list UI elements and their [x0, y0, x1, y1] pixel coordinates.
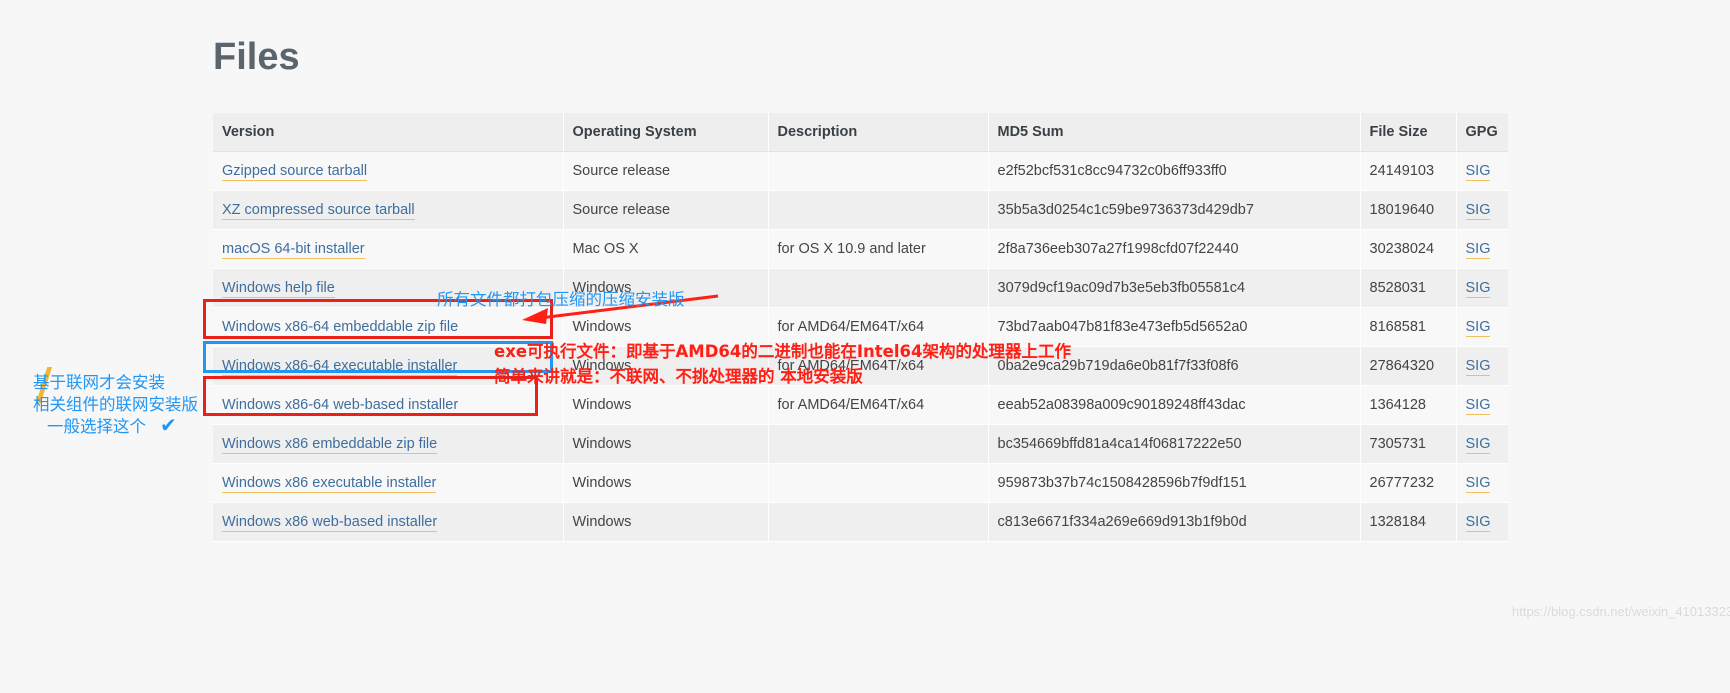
version-link[interactable]: Windows x86 embeddable zip file: [222, 436, 437, 454]
cell-md5: eeab52a08398a009c90189248ff43dac: [988, 386, 1360, 425]
gpg-sig-link[interactable]: SIG: [1466, 319, 1491, 337]
annotation-text-zip: 所有文件都打包压缩的压缩安装版: [437, 286, 685, 310]
table-row: Windows help fileWindows3079d9cf19ac09d7…: [213, 269, 1508, 308]
cell-md5: 35b5a3d0254c1c59be9736373d429db7: [988, 191, 1360, 230]
gpg-sig-link[interactable]: SIG: [1466, 280, 1491, 298]
cell-version: Windows x86-64 web-based installer: [213, 386, 563, 425]
annotation-text-web-line2: 相关组件的联网安装版: [33, 391, 198, 415]
cell-os: Windows: [563, 386, 768, 425]
cell-filesize: 24149103: [1360, 152, 1456, 191]
cell-md5: 3079d9cf19ac09d7b3e5eb3fb05581c4: [988, 269, 1360, 308]
cell-version: XZ compressed source tarball: [213, 191, 563, 230]
version-link[interactable]: macOS 64-bit installer: [222, 241, 365, 259]
watermark-text: https://blog.csdn.net/weixin_41013323: [1512, 604, 1730, 619]
cell-os: Source release: [563, 152, 768, 191]
cell-gpg: SIG: [1456, 191, 1508, 230]
gpg-sig-link[interactable]: SIG: [1466, 397, 1491, 415]
cell-filesize: 30238024: [1360, 230, 1456, 269]
cell-os: Mac OS X: [563, 230, 768, 269]
cell-filesize: 8528031: [1360, 269, 1456, 308]
version-link[interactable]: Windows x86-64 executable installer: [222, 358, 457, 376]
page-title: Files: [213, 36, 300, 79]
cell-description: [768, 191, 988, 230]
cell-gpg: SIG: [1456, 347, 1508, 386]
cell-md5: c813e6671f334a269e669d913b1f9b0d: [988, 503, 1360, 542]
table-header-row: Version Operating System Description MD5…: [213, 113, 1508, 152]
gpg-sig-link[interactable]: SIG: [1466, 475, 1491, 493]
cell-os: Windows: [563, 425, 768, 464]
column-header-md5: MD5 Sum: [988, 113, 1360, 152]
annotation-text-exe-line1: exe可执行文件：即基于AMD64的二进制也能在Intel64架构的处理器上工作: [494, 338, 1071, 362]
gpg-sig-link[interactable]: SIG: [1466, 163, 1491, 181]
cell-version: Windows x86 embeddable zip file: [213, 425, 563, 464]
version-link[interactable]: Windows x86 executable installer: [222, 475, 436, 493]
cell-filesize: 1364128: [1360, 386, 1456, 425]
cell-gpg: SIG: [1456, 464, 1508, 503]
cell-gpg: SIG: [1456, 269, 1508, 308]
cell-os: Windows: [563, 464, 768, 503]
cell-version: macOS 64-bit installer: [213, 230, 563, 269]
table-header: Version Operating System Description MD5…: [213, 113, 1508, 152]
cell-version: Gzipped source tarball: [213, 152, 563, 191]
cell-description: for OS X 10.9 and later: [768, 230, 988, 269]
cell-md5: 959873b37b74c1508428596b7f9df151: [988, 464, 1360, 503]
cell-description: [768, 269, 988, 308]
cell-md5: bc354669bffd81a4ca14f06817222e50: [988, 425, 1360, 464]
cell-description: for AMD64/EM64T/x64: [768, 386, 988, 425]
cell-description: [768, 425, 988, 464]
cell-gpg: SIG: [1456, 230, 1508, 269]
cell-description: [768, 464, 988, 503]
cell-filesize: 1328184: [1360, 503, 1456, 542]
files-table-container: Version Operating System Description MD5…: [213, 113, 1508, 542]
cell-gpg: SIG: [1456, 152, 1508, 191]
version-link[interactable]: Windows x86 web-based installer: [222, 514, 437, 532]
table-row: Gzipped source tarball Source release e2f5…: [213, 152, 1508, 191]
cell-gpg: SIG: [1456, 386, 1508, 425]
cell-filesize: 18019640: [1360, 191, 1456, 230]
cell-filesize: 26777232: [1360, 464, 1456, 503]
column-header-version: Version: [213, 113, 563, 152]
version-link[interactable]: Windows help file: [222, 280, 335, 298]
column-header-description: Description: [768, 113, 988, 152]
gpg-sig-link[interactable]: SIG: [1466, 202, 1491, 220]
files-table: Version Operating System Description MD5…: [213, 113, 1508, 542]
gpg-sig-link[interactable]: SIG: [1466, 436, 1491, 454]
cell-description: [768, 503, 988, 542]
cell-filesize: 7305731: [1360, 425, 1456, 464]
annotation-text-web-line3: 一般选择这个: [47, 413, 146, 437]
version-link[interactable]: XZ compressed source tarball: [222, 202, 415, 220]
table-row: Windows x86 executable installer Windows 9…: [213, 464, 1508, 503]
gpg-sig-link[interactable]: SIG: [1466, 241, 1491, 259]
column-header-gpg: GPG: [1456, 113, 1508, 152]
cell-version: Windows x86 web-based installer: [213, 503, 563, 542]
cell-filesize: 27864320: [1360, 347, 1456, 386]
cell-gpg: SIG: [1456, 308, 1508, 347]
table-row: Windows x86-64 web-based installer Window…: [213, 386, 1508, 425]
cell-md5: 2f8a736eeb307a27f1998cfd07f22440: [988, 230, 1360, 269]
cell-filesize: 8168581: [1360, 308, 1456, 347]
cell-version: Windows x86 executable installer: [213, 464, 563, 503]
annotation-text-exe-line2: 简单来讲就是：不联网、不挑处理器的 本地安装版: [494, 363, 863, 387]
gpg-sig-link[interactable]: SIG: [1466, 514, 1491, 532]
annotation-checkmark-icon: ✔: [160, 415, 177, 435]
annotation-text-web-line1: 基于联网才会安装: [33, 369, 165, 393]
table-row: XZ compressed source tarball Source relea…: [213, 191, 1508, 230]
table-row: macOS 64-bit installer Mac OS Xfor OS X 1…: [213, 230, 1508, 269]
gpg-sig-link[interactable]: SIG: [1466, 358, 1491, 376]
cell-gpg: SIG: [1456, 503, 1508, 542]
column-header-filesize: File Size: [1360, 113, 1456, 152]
version-link[interactable]: Windows x86-64 embeddable zip file: [222, 319, 458, 337]
column-header-os: Operating System: [563, 113, 768, 152]
table-row: Windows x86 embeddable zip file Windows bc…: [213, 425, 1508, 464]
version-link[interactable]: Windows x86-64 web-based installer: [222, 397, 458, 415]
cell-description: [768, 152, 988, 191]
cell-gpg: SIG: [1456, 425, 1508, 464]
cell-md5: e2f52bcf531c8cc94732c0b6ff933ff0: [988, 152, 1360, 191]
cell-os: Source release: [563, 191, 768, 230]
cell-os: Windows: [563, 503, 768, 542]
table-row: Windows x86 web-based installer Windows c8…: [213, 503, 1508, 542]
version-link[interactable]: Gzipped source tarball: [222, 163, 367, 181]
